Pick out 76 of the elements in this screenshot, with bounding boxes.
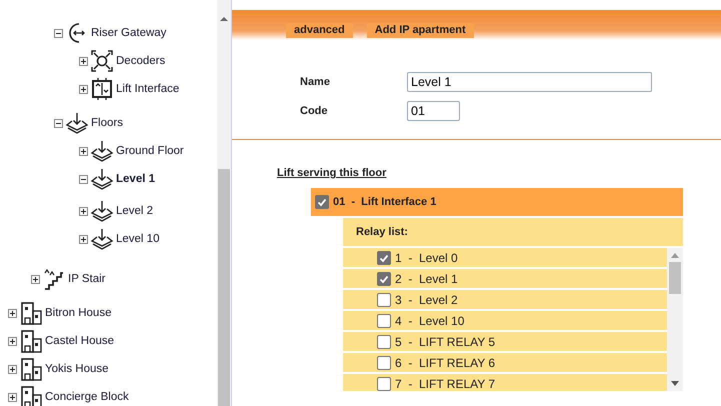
relay-label: 4 - Level 10 — [395, 314, 464, 328]
expand-icon[interactable] — [79, 206, 88, 216]
scroll-thumb[interactable] — [218, 169, 230, 406]
layers-icon — [90, 139, 114, 163]
tree-item[interactable]: Yokis House — [45, 363, 109, 375]
layers-icon — [90, 227, 114, 251]
input-field[interactable]: Level 1 — [407, 72, 652, 92]
checkbox[interactable] — [377, 250, 391, 264]
relay-row[interactable]: 6 - LIFT RELAY 6 — [343, 353, 667, 372]
expand-icon[interactable] — [79, 56, 88, 66]
building-icon — [19, 357, 43, 381]
expand-icon[interactable] — [31, 274, 40, 284]
checkbox[interactable] — [377, 292, 391, 306]
expand-icon[interactable] — [8, 336, 17, 346]
layers-icon — [65, 111, 89, 135]
checkbox[interactable] — [377, 272, 391, 286]
relay-row[interactable]: 7 - LIFT RELAY 7 — [343, 374, 667, 391]
relay-row[interactable]: 4 - Level 10 — [343, 311, 667, 330]
tree-item[interactable]: Concierge Block — [45, 391, 129, 403]
tree-item[interactable]: Level 10 — [116, 233, 160, 245]
scroll-up-icon[interactable] — [220, 17, 228, 21]
checkbox[interactable] — [377, 314, 391, 328]
relay-label: 1 - Level 0 — [395, 250, 458, 264]
input-field[interactable]: 01 — [407, 101, 460, 121]
tree-item[interactable]: Ground Floor — [116, 145, 184, 157]
expand-icon[interactable] — [8, 308, 17, 318]
layers-icon — [90, 167, 114, 191]
expand-icon[interactable] — [8, 392, 17, 402]
relay-row[interactable]: 2 - Level 1 — [343, 269, 667, 288]
scrollbar[interactable] — [217, 0, 232, 406]
scroll-thumb[interactable] — [669, 262, 681, 294]
tree-item[interactable]: Level 1 — [116, 173, 155, 185]
tree-item[interactable]: Riser Gateway — [91, 27, 166, 39]
relay-row[interactable]: 3 - Level 2 — [343, 290, 667, 309]
tab[interactable]: Add IP apartment — [366, 23, 474, 38]
relay-row[interactable]: 5 - LIFT RELAY 5 — [343, 332, 667, 351]
tree-item[interactable]: Lift Interface — [116, 83, 180, 95]
building-icon — [19, 329, 43, 353]
tree-item[interactable]: IP Stair — [68, 273, 106, 285]
checkbox[interactable] — [315, 195, 329, 209]
expand-icon[interactable] — [79, 84, 88, 94]
field-label: Name — [300, 76, 331, 88]
relay-list-title: Relay list: — [343, 218, 683, 246]
section-title: Lift serving this floor — [277, 167, 388, 179]
building-icon — [19, 385, 43, 406]
tab[interactable]: advanced — [286, 23, 353, 38]
expand-icon[interactable] — [79, 146, 88, 156]
collapse-icon[interactable] — [54, 118, 63, 128]
tree-item[interactable]: Decoders — [116, 55, 166, 67]
layers-icon — [90, 199, 114, 223]
relay-row[interactable]: 1 - Level 0 — [343, 248, 667, 267]
lift-label: 01 - Lift Interface 1 — [333, 196, 436, 208]
scroll-down-icon[interactable] — [671, 381, 679, 386]
tree-item[interactable]: Floors — [91, 117, 123, 129]
field-label: Code — [300, 105, 328, 117]
tree-item[interactable]: Bitron House — [45, 307, 112, 319]
relay-label: 5 - LIFT RELAY 5 — [395, 334, 496, 348]
building-icon — [19, 301, 43, 325]
relay-label: 7 - LIFT RELAY 7 — [395, 376, 496, 390]
decoder-icon — [90, 49, 114, 73]
checkbox[interactable] — [377, 376, 391, 390]
collapse-icon[interactable] — [54, 28, 63, 38]
collapse-icon[interactable] — [79, 174, 88, 184]
tree-item[interactable]: Castel House — [45, 335, 114, 347]
relay-label: 6 - LIFT RELAY 6 — [395, 356, 496, 370]
expand-icon[interactable] — [8, 364, 17, 374]
stairs-icon — [42, 267, 66, 291]
checkbox[interactable] — [377, 356, 391, 370]
tree-item[interactable]: Level 2 — [116, 205, 154, 217]
checkbox[interactable] — [377, 334, 391, 348]
scrollbar[interactable] — [667, 248, 683, 391]
lift-row[interactable]: 01 - Lift Interface 1 — [311, 188, 683, 216]
relay-label: 3 - Level 2 — [395, 292, 458, 306]
expand-icon[interactable] — [79, 234, 88, 244]
lift-icon — [90, 77, 114, 101]
relay-label: 2 - Level 1 — [395, 272, 458, 286]
